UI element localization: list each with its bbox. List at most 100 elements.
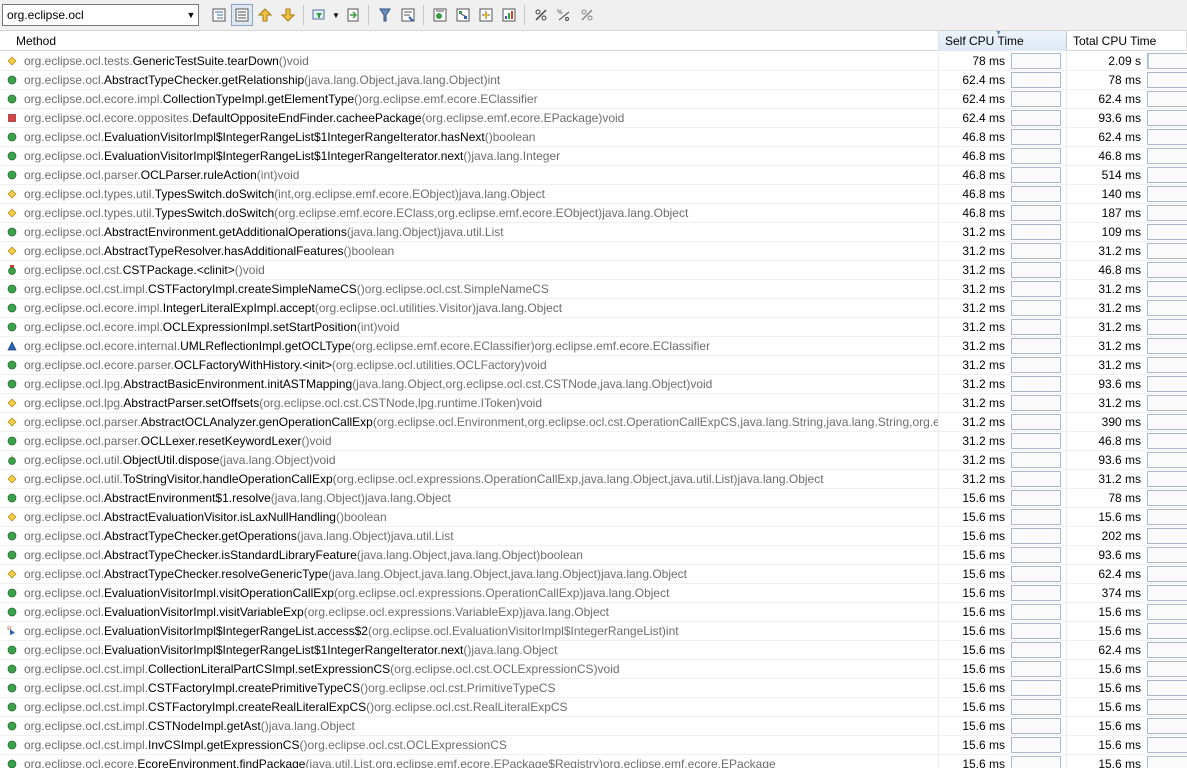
table-row[interactable]: org.eclipse.ocl.ecore.impl. OCLExpression… <box>0 317 1187 337</box>
table-row[interactable]: SF org.eclipse.ocl. EvaluationVisitorImpl$… <box>0 621 1187 641</box>
method-cell[interactable]: SF org.eclipse.ocl. EvaluationVisitorImpl$… <box>0 621 939 641</box>
table-row[interactable]: org.eclipse.ocl. AbstractEvaluationVisito… <box>0 507 1187 527</box>
table-row[interactable]: org.eclipse.ocl. EvaluationVisitorImpl.vi… <box>0 583 1187 603</box>
table-row[interactable]: org.eclipse.ocl. AbstractTypeResolver.has… <box>0 241 1187 261</box>
method-cell[interactable]: org.eclipse.ocl. AbstractTypeChecker.getO… <box>0 526 939 546</box>
method-cell[interactable]: org.eclipse.ocl.types.util. TypesSwitch.d… <box>0 203 939 223</box>
percent-button[interactable]: % <box>553 4 575 26</box>
method-cell[interactable]: org.eclipse.ocl. AbstractTypeChecker.reso… <box>0 564 939 584</box>
method-cell[interactable]: org.eclipse.ocl.types.util. TypesSwitch.d… <box>0 184 939 204</box>
table-row[interactable]: org.eclipse.ocl.ecore.parser. OCLFactoryW… <box>0 355 1187 375</box>
table-row[interactable]: org.eclipse.ocl.types.util. TypesSwitch.d… <box>0 184 1187 204</box>
method-cell[interactable]: org.eclipse.ocl.ecore.impl. IntegerLitera… <box>0 298 939 318</box>
table-row[interactable]: org.eclipse.ocl.util. ToStringVisitor.han… <box>0 469 1187 489</box>
table-row[interactable]: org.eclipse.ocl.cst.impl. CollectionLiter… <box>0 659 1187 679</box>
table-row[interactable]: org.eclipse.ocl.cst.impl. CSTFactoryImpl.… <box>0 279 1187 299</box>
table-row[interactable]: org.eclipse.ocl.parser. OCLLexer.resetKey… <box>0 431 1187 451</box>
callers-button[interactable] <box>452 4 474 26</box>
table-row[interactable]: Sorg.eclipse.ocl.util. ObjectUtil.dispose… <box>0 450 1187 470</box>
merged-callees-button[interactable] <box>498 4 520 26</box>
table-row[interactable]: org.eclipse.ocl.cst.impl. CSTFactoryImpl.… <box>0 697 1187 717</box>
table-row[interactable]: org.eclipse.ocl.ecore. EcoreEnvironment.f… <box>0 754 1187 768</box>
table-row[interactable]: org.eclipse.ocl.cst.impl. CSTNodeImpl.get… <box>0 716 1187 736</box>
method-table[interactable]: org.eclipse.ocl.tests. GenericTestSuite.t… <box>0 52 1187 768</box>
method-cell[interactable]: org.eclipse.ocl.ecore.internal. UMLReflec… <box>0 336 939 356</box>
table-row[interactable]: org.eclipse.ocl. AbstractTypeChecker.getR… <box>0 70 1187 90</box>
hotspots-button[interactable] <box>429 4 451 26</box>
method-cell[interactable]: org.eclipse.ocl.cst. CSTPackage.<clinit>(… <box>0 260 939 280</box>
method-cell[interactable]: org.eclipse.ocl.cst.impl. CSTFactoryImpl.… <box>0 279 939 299</box>
table-row[interactable]: org.eclipse.ocl. AbstractTypeChecker.isSt… <box>0 545 1187 565</box>
method-column-header[interactable]: Method <box>0 31 939 51</box>
table-row[interactable]: org.eclipse.ocl. EvaluationVisitorImpl$In… <box>0 640 1187 660</box>
self-cpu-column-header[interactable]: ▼ Self CPU Time <box>939 30 1067 51</box>
method-cell[interactable]: org.eclipse.ocl.lpg. AbstractBasicEnviron… <box>0 374 939 394</box>
method-cell[interactable]: org.eclipse.ocl. AbstractEnvironment.getA… <box>0 222 939 242</box>
table-row[interactable]: org.eclipse.ocl. AbstractTypeChecker.getO… <box>0 526 1187 546</box>
flat-view-button[interactable] <box>231 4 253 26</box>
method-cell[interactable]: org.eclipse.ocl. EvaluationVisitorImpl.vi… <box>0 602 939 622</box>
method-cell[interactable]: org.eclipse.ocl. AbstractTypeChecker.isSt… <box>0 545 939 565</box>
table-row[interactable]: org.eclipse.ocl.lpg. AbstractParser.setOf… <box>0 393 1187 413</box>
thread-button[interactable] <box>374 4 396 26</box>
navigate-up-button[interactable] <box>254 4 276 26</box>
table-row[interactable]: org.eclipse.ocl.ecore.internal. UMLReflec… <box>0 336 1187 356</box>
table-row[interactable]: org.eclipse.ocl.types.util. TypesSwitch.d… <box>0 203 1187 223</box>
scale-button[interactable] <box>530 4 552 26</box>
table-row[interactable]: org.eclipse.ocl.ecore.impl. CollectionTyp… <box>0 89 1187 109</box>
table-row[interactable]: org.eclipse.ocl.lpg. AbstractBasicEnviron… <box>0 374 1187 394</box>
table-row[interactable]: org.eclipse.ocl.tests. GenericTestSuite.t… <box>0 52 1187 71</box>
chevron-down-icon[interactable]: ▼ <box>184 5 198 25</box>
table-row[interactable]: org.eclipse.ocl.parser. AbstractOCLAnalyz… <box>0 412 1187 432</box>
filter-button[interactable] <box>309 4 331 26</box>
callees-button[interactable] <box>475 4 497 26</box>
method-cell[interactable]: org.eclipse.ocl. EvaluationVisitorImpl$In… <box>0 146 939 166</box>
method-cell[interactable]: org.eclipse.ocl.parser. OCLParser.ruleAct… <box>0 165 939 185</box>
table-row[interactable]: org.eclipse.ocl. AbstractEnvironment$1.re… <box>0 488 1187 508</box>
method-cell[interactable]: org.eclipse.ocl. EvaluationVisitorImpl.vi… <box>0 583 939 603</box>
table-row[interactable]: org.eclipse.ocl. AbstractEnvironment.getA… <box>0 222 1187 242</box>
method-cell[interactable]: org.eclipse.ocl.tests. GenericTestSuite.t… <box>0 52 939 71</box>
table-row[interactable]: org.eclipse.ocl.ecore.opposites. DefaultO… <box>0 108 1187 128</box>
method-cell[interactable]: org.eclipse.ocl. AbstractTypeResolver.has… <box>0 241 939 261</box>
method-cell[interactable]: org.eclipse.ocl. AbstractEnvironment$1.re… <box>0 488 939 508</box>
method-cell[interactable]: org.eclipse.ocl.util. ToStringVisitor.han… <box>0 469 939 489</box>
table-row[interactable]: org.eclipse.ocl.ecore.impl. IntegerLitera… <box>0 298 1187 318</box>
table-row[interactable]: org.eclipse.ocl. AbstractTypeChecker.reso… <box>0 564 1187 584</box>
expand-tree-button[interactable] <box>208 4 230 26</box>
method-cell[interactable]: org.eclipse.ocl.lpg. AbstractParser.setOf… <box>0 393 939 413</box>
filter-combo[interactable]: org.eclipse.ocl ▼ <box>2 4 199 26</box>
filter-combo-value[interactable]: org.eclipse.ocl <box>3 8 184 22</box>
filter-dropdown-icon[interactable]: ▼ <box>331 4 341 26</box>
method-cell[interactable]: org.eclipse.ocl. EvaluationVisitorImpl$In… <box>0 640 939 660</box>
navigate-down-button[interactable] <box>277 4 299 26</box>
method-cell[interactable]: org.eclipse.ocl.ecore. EcoreEnvironment.f… <box>0 754 939 768</box>
method-cell[interactable]: org.eclipse.ocl. AbstractTypeChecker.getR… <box>0 70 939 90</box>
method-cell[interactable]: org.eclipse.ocl.cst.impl. CSTNodeImpl.get… <box>0 716 939 736</box>
method-cell[interactable]: org.eclipse.ocl.parser. OCLLexer.resetKey… <box>0 431 939 451</box>
method-cell[interactable]: org.eclipse.ocl.cst.impl. CSTFactoryImpl.… <box>0 697 939 717</box>
table-row[interactable]: org.eclipse.ocl.cst.impl. CSTFactoryImpl.… <box>0 678 1187 698</box>
method-cell[interactable]: org.eclipse.ocl.ecore.impl. CollectionTyp… <box>0 89 939 109</box>
method-cell[interactable]: org.eclipse.ocl. AbstractEvaluationVisito… <box>0 507 939 527</box>
method-cell[interactable]: org.eclipse.ocl.ecore.opposites. DefaultO… <box>0 108 939 128</box>
table-row[interactable]: org.eclipse.ocl. EvaluationVisitorImpl$In… <box>0 146 1187 166</box>
method-cell[interactable]: org.eclipse.ocl.cst.impl. InvCSImpl.getEx… <box>0 735 939 755</box>
total-cpu-column-header[interactable]: Total CPU Time <box>1067 31 1187 51</box>
table-row[interactable]: org.eclipse.ocl. EvaluationVisitorImpl$In… <box>0 127 1187 147</box>
method-name: AbstractTypeChecker.getOperations <box>104 529 297 543</box>
method-cell[interactable]: org.eclipse.ocl.cst.impl. CSTFactoryImpl.… <box>0 678 939 698</box>
method-cell[interactable]: org.eclipse.ocl.ecore.impl. OCLExpression… <box>0 317 939 337</box>
table-row[interactable]: org.eclipse.ocl.cst.impl. InvCSImpl.getEx… <box>0 735 1187 755</box>
table-row[interactable]: org.eclipse.ocl.parser. OCLParser.ruleAct… <box>0 165 1187 185</box>
export-button[interactable] <box>342 4 364 26</box>
method-cell[interactable]: Sorg.eclipse.ocl.util. ObjectUtil.dispose… <box>0 450 939 470</box>
method-cell[interactable]: org.eclipse.ocl.parser. AbstractOCLAnalyz… <box>0 412 939 432</box>
table-row[interactable]: org.eclipse.ocl.cst. CSTPackage.<clinit>(… <box>0 260 1187 280</box>
method-cell[interactable]: org.eclipse.ocl.ecore.parser. OCLFactoryW… <box>0 355 939 375</box>
table-row[interactable]: org.eclipse.ocl. EvaluationVisitorImpl.vi… <box>0 602 1187 622</box>
clear-button[interactable] <box>576 4 598 26</box>
open-source-button[interactable] <box>397 4 419 26</box>
method-cell[interactable]: org.eclipse.ocl.cst.impl. CollectionLiter… <box>0 659 939 679</box>
method-cell[interactable]: org.eclipse.ocl. EvaluationVisitorImpl$In… <box>0 127 939 147</box>
